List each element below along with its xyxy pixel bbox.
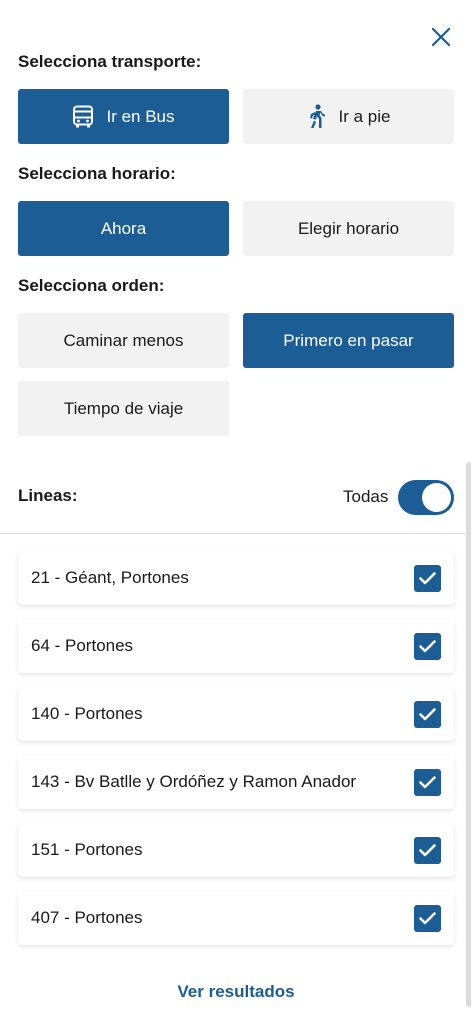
line-item-label: 21 - Géant, Portones xyxy=(31,568,189,587)
line-checkbox[interactable] xyxy=(414,632,441,660)
line-item-label: 143 - Bv Batlle y Ordóñez y Ramon Anador xyxy=(31,772,357,791)
line-item-label: 407 - Portones xyxy=(31,908,143,927)
line-item[interactable]: 143 - Bv Batlle y Ordóñez y Ramon Anador xyxy=(18,755,454,809)
line-item[interactable]: 140 - Portones xyxy=(18,687,454,741)
order-heading: Selecciona orden: xyxy=(18,276,165,295)
checkmark-icon xyxy=(419,571,436,584)
choose-schedule-label: Elegir horario xyxy=(297,218,400,238)
bus-option-button[interactable]: Ir en Bus xyxy=(18,89,229,144)
toggle-knob xyxy=(422,483,451,512)
now-option-label: Ahora xyxy=(100,218,147,238)
walk-option-label: Ir a pie xyxy=(338,106,391,126)
line-item-label: 151 - Portones xyxy=(31,840,143,859)
bus-icon xyxy=(73,105,94,127)
line-item[interactable]: 21 - Géant, Portones xyxy=(18,551,454,605)
all-lines-toggle[interactable] xyxy=(398,480,454,515)
line-item[interactable]: 407 - Portones xyxy=(18,891,454,945)
divider xyxy=(0,533,465,534)
view-results-button[interactable]: Ver resultados xyxy=(0,982,472,1002)
lines-heading: Lineas: xyxy=(18,486,78,505)
line-item[interactable]: 64 - Portones xyxy=(18,619,454,673)
line-item-label: 140 - Portones xyxy=(31,704,143,723)
close-button[interactable] xyxy=(424,20,458,54)
line-item[interactable]: 151 - Portones xyxy=(18,823,454,877)
scrollbar[interactable] xyxy=(466,462,471,1007)
line-checkbox[interactable] xyxy=(414,768,441,796)
choose-schedule-button[interactable]: Elegir horario xyxy=(243,201,454,256)
travel-time-option-label: Tiempo de viaje xyxy=(63,398,184,418)
now-option-button[interactable]: Ahora xyxy=(18,201,229,256)
close-icon xyxy=(431,27,451,47)
travel-time-option-button[interactable]: Tiempo de viaje xyxy=(18,381,229,436)
checkmark-icon xyxy=(419,707,436,720)
schedule-heading: Selecciona horario: xyxy=(18,164,176,183)
checkmark-icon xyxy=(419,639,436,652)
line-checkbox[interactable] xyxy=(414,836,441,864)
walk-less-option-button[interactable]: Caminar menos xyxy=(18,313,229,368)
line-item-label: 64 - Portones xyxy=(31,636,134,655)
bus-option-label: Ir en Bus xyxy=(106,106,175,126)
walking-person-icon xyxy=(309,103,325,128)
checkmark-icon xyxy=(419,775,436,788)
checkmark-icon xyxy=(419,843,436,856)
transport-heading: Selecciona transporte: xyxy=(18,52,202,71)
walk-less-option-label: Caminar menos xyxy=(63,330,184,350)
first-to-pass-option-label: Primero en pasar xyxy=(283,330,414,350)
all-lines-label: Todas xyxy=(343,487,389,506)
walk-option-button[interactable]: Ir a pie xyxy=(243,89,454,144)
first-to-pass-option-button[interactable]: Primero en pasar xyxy=(243,313,454,368)
line-checkbox[interactable] xyxy=(414,700,441,728)
line-checkbox[interactable] xyxy=(414,564,441,592)
line-list: 21 - Géant, Portones 64 - Portones 140 -… xyxy=(18,551,454,959)
line-checkbox[interactable] xyxy=(414,904,441,932)
checkmark-icon xyxy=(419,911,436,924)
